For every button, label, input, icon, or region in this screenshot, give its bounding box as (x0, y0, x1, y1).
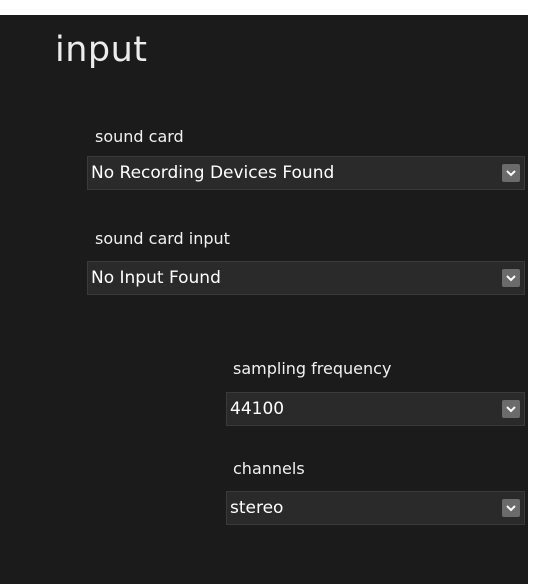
input-settings-panel: input sound card No Recording Devices Fo… (0, 15, 528, 584)
section-title: input (55, 30, 148, 70)
channels-value: stereo (230, 498, 284, 518)
sound-card-input-select[interactable]: No Input Found (87, 261, 525, 295)
sound-card-input-label: sound card input (95, 229, 230, 248)
chevron-down-icon[interactable] (502, 164, 520, 182)
channels-select[interactable]: stereo (226, 491, 525, 525)
sound-card-select[interactable]: No Recording Devices Found (87, 156, 525, 190)
sound-card-input-value: No Input Found (91, 268, 221, 288)
channels-label: channels (233, 459, 305, 478)
chevron-down-icon[interactable] (502, 499, 520, 517)
chevron-down-icon[interactable] (502, 269, 520, 287)
sampling-frequency-select[interactable]: 44100 (226, 392, 525, 426)
sampling-frequency-value: 44100 (230, 399, 285, 419)
sampling-frequency-label: sampling frequency (233, 359, 392, 378)
chevron-down-icon[interactable] (502, 400, 520, 418)
sound-card-value: No Recording Devices Found (91, 163, 335, 183)
sound-card-label: sound card (95, 127, 184, 146)
